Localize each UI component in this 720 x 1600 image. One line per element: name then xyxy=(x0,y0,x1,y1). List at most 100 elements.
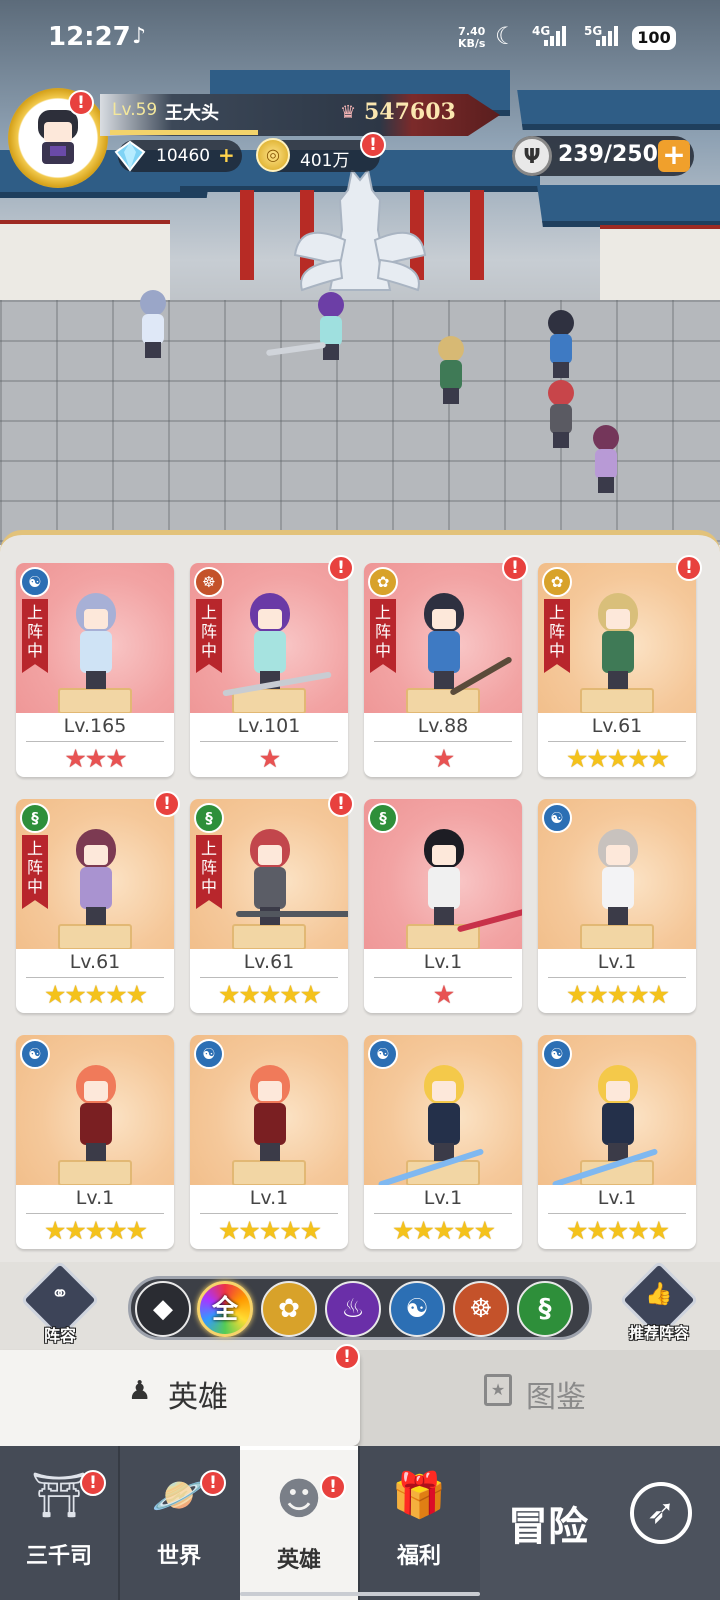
xp-fill xyxy=(110,130,259,135)
card-divider xyxy=(374,977,512,978)
hero-tabs: ♟ 英雄 ★ 图鉴 ! xyxy=(0,1344,720,1446)
hero-stars: ★★★★★ xyxy=(565,744,670,773)
hero-card[interactable]: ☯ Lv.1 ★★★★★ xyxy=(538,799,696,1013)
tab-guide-label: 图鉴 xyxy=(526,1380,586,1415)
weapon-icon xyxy=(236,911,348,917)
filter-zen-icon[interactable]: ☸ xyxy=(453,1281,509,1337)
nav-world-alert: ! xyxy=(200,1470,226,1496)
deployed-tag: 上阵中 xyxy=(196,599,222,673)
battle-hero-2 xyxy=(310,292,350,362)
hero-panel: ☯ 上阵中 Lv.165 ★★★ ☸ 上阵中! Lv.101 ★ ✿ 上阵中! Lv.88 ★ ✿ 上阵中… xyxy=(0,530,720,1270)
tab-hero[interactable]: ♟ 英雄 xyxy=(0,1350,360,1446)
tiktok-icon: ♪ xyxy=(132,24,147,49)
hero-card[interactable]: § 上阵中! Lv.61 ★★★★★ xyxy=(190,791,354,1013)
hero-alert-badge: ! xyxy=(328,555,354,581)
nav-sanqian[interactable]: ⛩ 三千司 ! xyxy=(0,1446,118,1600)
hero-stars: ★★★★★ xyxy=(217,1216,322,1245)
xp-bar xyxy=(110,130,300,135)
hero-level: Lv.1 xyxy=(597,1187,637,1209)
hero-portrait xyxy=(590,829,646,929)
hero-bust-icon: ♟ xyxy=(128,1376,152,1406)
nav-hero[interactable]: ☻ 英雄 ! xyxy=(240,1446,358,1600)
hero-alert-badge: ! xyxy=(676,555,702,581)
card-divider xyxy=(200,1213,338,1214)
hero-stars: ★ xyxy=(258,744,281,773)
filter-all-button[interactable]: 全 xyxy=(197,1281,253,1337)
faction-water-icon: ☯ xyxy=(194,1039,224,1069)
pillar xyxy=(470,190,484,280)
nav-sanqian-label: 三千司 xyxy=(25,1544,92,1569)
faction-water-icon: ☯ xyxy=(542,1039,572,1069)
filter-flame-icon[interactable]: ♨ xyxy=(325,1281,381,1337)
filter-dna-icon[interactable]: § xyxy=(517,1281,573,1337)
stamina-add-button[interactable]: + xyxy=(658,140,690,172)
hero-card[interactable]: ☯ Lv.1 ★★★★★ xyxy=(190,1035,348,1249)
hero-card[interactable]: § 上阵中! Lv.61 ★★★★★ xyxy=(16,791,180,1013)
card-divider xyxy=(374,741,512,742)
temple-roof-right-low xyxy=(537,185,720,227)
hero-stars: ★★★★★ xyxy=(217,980,322,1009)
hero-card[interactable]: ☯ Lv.1 ★★★★★ xyxy=(364,1035,522,1249)
guide-book-icon: ★ xyxy=(484,1374,512,1406)
battle-hero-1 xyxy=(132,290,172,360)
hero-portrait xyxy=(416,1065,472,1165)
compass-icon: ➶ xyxy=(630,1482,692,1544)
faction-water-icon: ☯ xyxy=(20,1039,50,1069)
lineup-network-icon: ⚭ xyxy=(50,1282,70,1307)
hero-stars: ★★★★★ xyxy=(565,1216,670,1245)
faction-dna-icon: § xyxy=(368,803,398,833)
hero-card[interactable]: ✿ 上阵中! Lv.88 ★ xyxy=(364,555,528,777)
hero-card[interactable]: ☸ 上阵中! Lv.101 ★ xyxy=(190,555,354,777)
filter-diamond-icon[interactable]: ◆ xyxy=(135,1281,191,1337)
battle-hero-6 xyxy=(585,425,625,495)
hero-level: Lv.1 xyxy=(249,1187,289,1209)
hero-alert-badge: ! xyxy=(502,555,528,581)
gem-counter[interactable]: 10460 + xyxy=(114,140,242,172)
battle-scene xyxy=(0,0,720,545)
hero-portrait xyxy=(68,593,124,693)
nav-adventure-label: 冒险 xyxy=(508,1504,588,1550)
hero-alert-badge: ! xyxy=(328,791,354,817)
status-time: 12:27 xyxy=(48,22,131,52)
recommend-lineup-button[interactable]: 👍 推荐阵容 xyxy=(616,1260,702,1346)
faction-water-icon: ☯ xyxy=(368,1039,398,1069)
fox-statue-icon xyxy=(293,170,427,292)
temple-wall-right xyxy=(600,225,720,300)
nav-adventure[interactable]: 冒险 ➶ xyxy=(480,1446,720,1600)
thumbs-up-icon: 👍 xyxy=(645,1282,673,1307)
hero-card[interactable]: ☯ Lv.1 ★★★★★ xyxy=(538,1035,696,1249)
stamina-counter[interactable]: Ψ 239/250 + xyxy=(512,136,694,176)
hero-level: Lv.1 xyxy=(423,951,463,973)
deployed-tag: 上阵中 xyxy=(22,599,48,673)
nav-welfare[interactable]: 🎁 福利 xyxy=(360,1446,478,1600)
stamina-value: 239/250 xyxy=(558,142,658,167)
card-divider xyxy=(26,741,164,742)
hero-card[interactable]: ☯ 上阵中 Lv.165 ★★★ xyxy=(16,563,174,777)
filter-all-label: 全 xyxy=(211,1295,238,1325)
gem-add-icon[interactable]: + xyxy=(218,145,236,165)
faction-lotus-icon: ✿ xyxy=(542,567,572,597)
hero-card[interactable]: ✿ 上阵中! Lv.61 ★★★★★ xyxy=(538,555,702,777)
card-divider xyxy=(26,977,164,978)
home-indicator[interactable] xyxy=(240,1592,480,1596)
lineup-button[interactable]: ⚭ 阵容 xyxy=(20,1260,100,1346)
nav-world[interactable]: 🪐 世界 ! xyxy=(120,1446,238,1600)
hero-alert-badge: ! xyxy=(154,791,180,817)
filter-water-icon[interactable]: ☯ xyxy=(389,1281,445,1337)
hero-card[interactable]: ☯ Lv.1 ★★★★★ xyxy=(16,1035,174,1249)
diamond-icon xyxy=(114,140,146,172)
hero-stars: ★★★ xyxy=(64,744,127,773)
hero-level: Lv.1 xyxy=(597,951,637,973)
faction-dna-icon: § xyxy=(194,803,224,833)
faction-filter-bar: ◆ 全 ✿ ♨ ☯ ☸ § xyxy=(128,1276,592,1340)
filter-lotus-icon[interactable]: ✿ xyxy=(261,1281,317,1337)
hero-card[interactable]: § Lv.1 ★ xyxy=(364,799,522,1013)
hero-portrait xyxy=(416,829,472,929)
battery-icon: 100 xyxy=(632,26,676,50)
hero-portrait xyxy=(242,1065,298,1165)
hero-head-icon: ☻ xyxy=(276,1474,322,1525)
card-divider xyxy=(200,741,338,742)
hero-level: Lv.1 xyxy=(75,1187,115,1209)
battle-hero-3 xyxy=(430,336,470,406)
faction-lotus-icon: ✿ xyxy=(368,567,398,597)
